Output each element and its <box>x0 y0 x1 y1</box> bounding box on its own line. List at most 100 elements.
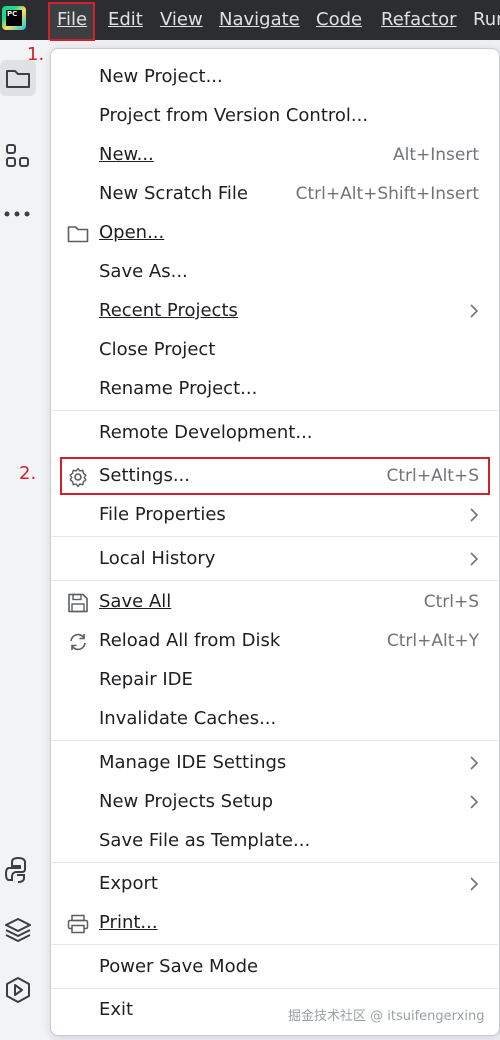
menu-item-shortcut: Ctrl+Alt+Y <box>386 631 479 651</box>
menu-item-label: Reload All from Disk <box>99 630 281 651</box>
menu-run[interactable]: Run <box>473 9 500 30</box>
menu-item-close-project[interactable]: Close Project <box>51 332 499 370</box>
menu-item-label: New Projects Setup <box>99 791 274 812</box>
menu-item-manage-ide-settings[interactable]: Manage IDE Settings <box>51 745 499 783</box>
project-tool-button[interactable] <box>0 60 36 96</box>
menu-item-reload-all[interactable]: Reload All from Disk Ctrl+Alt+Y <box>51 623 499 661</box>
menu-item-export[interactable]: Export <box>51 866 499 904</box>
menu-item-label: Invalidate Caches... <box>99 708 277 729</box>
menu-item-new-project[interactable]: New Project... <box>51 59 499 97</box>
folder-icon <box>6 70 30 88</box>
menu-code[interactable]: Code <box>316 9 362 30</box>
menu-item-remote-development[interactable]: Remote Development... <box>51 415 499 453</box>
chevron-right-icon <box>470 552 479 566</box>
python-console-button[interactable] <box>0 852 36 888</box>
menu-separator <box>52 410 498 411</box>
menu-view[interactable]: View <box>160 9 203 30</box>
save-icon <box>68 593 88 613</box>
menu-item-label: New Project... <box>99 66 223 87</box>
folder-icon <box>67 226 89 243</box>
layers-icon <box>5 918 31 942</box>
menu-item-invalidate-caches[interactable]: Invalidate Caches... <box>51 701 499 739</box>
menu-navigate[interactable]: Navigate <box>219 9 300 30</box>
menu-item-print[interactable]: Print... <box>51 905 499 943</box>
menu-edit[interactable]: Edit <box>108 9 143 30</box>
structure-icon <box>6 144 29 167</box>
menu-item-label: Remote Development... <box>99 422 313 443</box>
menu-item-new[interactable]: New... Alt+Insert <box>51 137 499 175</box>
menu-item-save-as[interactable]: Save As... <box>51 254 499 292</box>
menu-edit-label: Edit <box>108 9 143 30</box>
gear-icon <box>69 467 87 487</box>
menu-item-label: New Scratch File <box>99 183 248 204</box>
chevron-right-icon <box>470 756 479 770</box>
menu-item-shortcut: Ctrl+Alt+Shift+Insert <box>295 184 479 204</box>
menu-item-label: Save File as Template... <box>99 830 311 851</box>
menu-separator <box>52 536 498 537</box>
menu-item-shortcut: Ctrl+Alt+S <box>386 466 479 486</box>
menu-refactor-label: Refactor <box>381 9 457 30</box>
logo-text: PC <box>6 10 22 26</box>
menu-item-label: Export <box>99 873 158 894</box>
chevron-right-icon <box>470 304 479 318</box>
python-packages-button[interactable] <box>0 912 36 948</box>
menu-code-label: Code <box>316 9 363 30</box>
menu-item-save-file-as-template[interactable]: Save File as Template... <box>51 823 499 861</box>
menu-item-label: Close Project <box>99 339 216 360</box>
menu-item-open[interactable]: Open... <box>51 215 499 253</box>
menu-item-label: Rename Project... <box>99 378 258 399</box>
step-2-annotation: 2. <box>19 463 37 484</box>
menu-view-label: View <box>160 9 203 30</box>
menu-item-label: Repair IDE <box>99 669 193 690</box>
more-tools-button[interactable] <box>0 196 36 232</box>
menu-item-shortcut: Alt+Insert <box>392 145 479 165</box>
watermark: 掘金技术社区 @ itsuifengerxing <box>288 1009 485 1024</box>
menu-item-label: New... <box>99 144 154 165</box>
menu-separator <box>52 740 498 741</box>
main-menubar: PC File Edit View Navigate Code Refactor… <box>0 0 500 41</box>
menu-item-rename-project[interactable]: Rename Project... <box>51 371 499 409</box>
chevron-right-icon <box>470 795 479 809</box>
menu-item-label: Project from Version Control... <box>99 105 369 126</box>
reload-icon <box>70 633 86 651</box>
menu-item-new-projects-setup[interactable]: New Projects Setup <box>51 784 499 822</box>
menu-item-label: Save As... <box>99 261 188 282</box>
services-button[interactable] <box>0 972 36 1008</box>
menu-item-label: Power Save Mode <box>99 956 259 977</box>
menu-item-power-save-mode[interactable]: Power Save Mode <box>51 949 499 987</box>
menu-item-shortcut: Ctrl+S <box>423 592 479 612</box>
menu-item-save-all[interactable]: Save All Ctrl+S <box>51 584 499 622</box>
menu-navigate-label: Navigate <box>219 9 300 30</box>
menu-item-project-from-vcs[interactable]: Project from Version Control... <box>51 98 499 136</box>
menu-item-label: Settings... <box>99 465 190 486</box>
chevron-right-icon <box>470 508 479 522</box>
menu-item-label: Manage IDE Settings <box>99 752 287 773</box>
python-icon <box>5 856 26 883</box>
menu-item-label: Save All <box>99 591 172 612</box>
menu-item-label: File Properties <box>99 504 226 525</box>
menu-file-label: File <box>57 9 88 30</box>
menu-separator <box>52 988 498 989</box>
menu-item-label: Exit <box>99 999 134 1020</box>
menu-item-label: Print... <box>99 912 158 933</box>
menu-item-label: Recent Projects <box>99 300 238 321</box>
menu-item-repair-ide[interactable]: Repair IDE <box>51 662 499 700</box>
pycharm-logo-icon: PC <box>2 6 26 30</box>
services-icon <box>6 977 30 1003</box>
menu-item-recent-projects[interactable]: Recent Projects <box>51 293 499 331</box>
more-icon <box>4 211 30 217</box>
step-1-annotation: 1. <box>27 44 45 65</box>
structure-tool-button[interactable] <box>0 138 36 174</box>
menu-item-file-properties[interactable]: File Properties <box>51 497 499 535</box>
menu-item-local-history[interactable]: Local History <box>51 541 499 579</box>
menu-file[interactable]: File <box>57 9 87 30</box>
menu-refactor[interactable]: Refactor <box>381 9 457 30</box>
menu-item-new-scratch-file[interactable]: New Scratch File Ctrl+Alt+Shift+Insert <box>51 176 499 214</box>
menu-item-settings[interactable]: Settings... Ctrl+Alt+S <box>51 458 499 496</box>
file-menu-dropdown: New Project... Project from Version Cont… <box>50 48 500 1036</box>
menu-run-label: Run <box>473 9 500 30</box>
menu-separator <box>52 862 498 863</box>
left-tool-stripe <box>0 40 50 1040</box>
menu-item-label: Local History <box>99 548 216 569</box>
menu-separator <box>52 944 498 945</box>
